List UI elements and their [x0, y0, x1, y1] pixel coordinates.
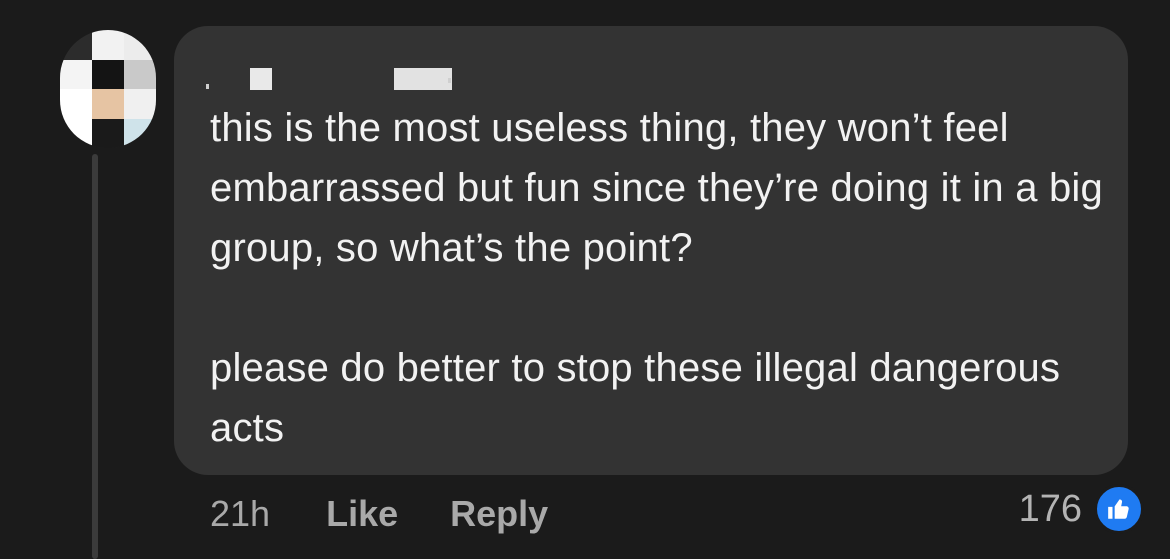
redaction-block: [250, 68, 272, 90]
thumbs-up-icon: [1094, 484, 1144, 534]
avatar-pixel: [124, 30, 156, 60]
avatar-pixel: [124, 89, 156, 119]
redaction-block: [394, 68, 452, 90]
reaction-count: 176: [1018, 487, 1082, 530]
comment-actions: 21h Like Reply: [210, 490, 548, 538]
redaction-speck: [206, 84, 209, 89]
avatar-pixel: [124, 59, 156, 89]
thread-line: [92, 154, 98, 559]
redaction-speck: [448, 78, 451, 83]
comment-screen: this is the most useless thing, they won…: [0, 0, 1170, 559]
reply-button[interactable]: Reply: [450, 493, 548, 535]
comment-paragraph: please do better to stop these illegal d…: [210, 346, 1061, 450]
avatar-pixel: [92, 118, 124, 148]
avatar-pixel: [60, 118, 92, 148]
commenter-name-redacted[interactable]: [204, 60, 452, 90]
avatar-pixel: [124, 118, 156, 148]
avatar-pixel: [92, 30, 124, 60]
avatar-pixel: [92, 89, 124, 119]
comment-paragraph: this is the most useless thing, they won…: [210, 106, 1103, 270]
comment-bubble[interactable]: this is the most useless thing, they won…: [174, 26, 1128, 475]
avatar-pixel: [60, 89, 92, 119]
like-button[interactable]: Like: [326, 493, 398, 535]
avatar[interactable]: [60, 30, 156, 148]
comment-timestamp[interactable]: 21h: [210, 493, 270, 535]
avatar-pixel: [60, 59, 92, 89]
avatar-pixel: [92, 59, 124, 89]
avatar-pixel: [60, 30, 92, 60]
reaction-summary[interactable]: 176: [1019, 484, 1144, 534]
comment-text: this is the most useless thing, they won…: [210, 98, 1110, 458]
